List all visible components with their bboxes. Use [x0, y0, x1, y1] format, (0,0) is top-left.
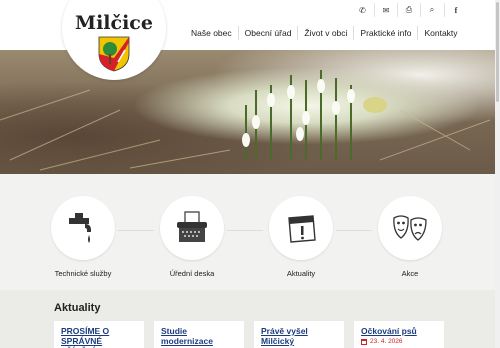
utility-icons: ✆ ✉ ⎙ ⌕ f [351, 3, 457, 17]
print-icon[interactable]: ⎙ [397, 3, 420, 17]
news-card-title[interactable]: Právě vyšel Milčický Zpravodaj ne [261, 326, 337, 348]
news-heading: Aktuality [54, 302, 101, 314]
news-card-title[interactable]: Očkování psů [361, 326, 437, 336]
nav-item-kontakty[interactable]: Kontakty [417, 26, 463, 40]
search-icon[interactable]: ⌕ [420, 3, 443, 17]
scrollbar[interactable] [495, 0, 500, 348]
water-tap-icon [69, 213, 91, 243]
tile-icon-circle [269, 196, 333, 260]
typewriter-icon [177, 211, 207, 242]
nav-item-zivot-v-obci[interactable]: Život v obci [297, 26, 353, 40]
tile-uredni-deska[interactable]: Úřední deska [137, 196, 247, 278]
news-card-title[interactable]: PROSÍME O SPRÁVNÉ TŘÍDĚNÍ [61, 326, 137, 348]
nav-item-prakticke-info[interactable]: Praktické info [353, 26, 417, 40]
news-card-date-text: 23. 4. 2026 [370, 338, 403, 345]
calendar-icon [288, 215, 316, 243]
news-card[interactable]: PROSÍME O SPRÁVNÉ TŘÍDĚNÍ [54, 321, 144, 348]
tile-icon-circle [378, 196, 442, 260]
nav-item-obecni-urad[interactable]: Obecní úřad [237, 26, 298, 40]
tile-label: Úřední deska [169, 269, 215, 278]
tile-label: Aktuality [286, 269, 316, 278]
nav-item-nase-obec[interactable]: Naše obec [185, 26, 238, 40]
hero-image [0, 50, 495, 174]
coat-of-arms-icon [98, 36, 130, 72]
calendar-small-icon [361, 338, 367, 345]
tile-icon-circle [160, 196, 224, 260]
hero-snowdrops-illustration [0, 70, 491, 171]
tile-label: Akce [401, 269, 419, 278]
quick-links: Technické služby Úřední deska Aktuality [0, 196, 495, 286]
phone-icon[interactable]: ✆ [351, 3, 374, 17]
theater-masks-icon [393, 215, 427, 241]
main-nav: Naše obec Obecní úřad Život v obci Prakt… [185, 26, 464, 40]
news-card[interactable]: Studie modernizace zastávky Tatce [154, 321, 244, 348]
scrollbar-thumb[interactable] [496, 2, 499, 102]
news-card-date: 23. 4. 2026 [361, 338, 437, 345]
tile-akce[interactable]: Akce [355, 196, 465, 278]
tile-icon-circle [51, 196, 115, 260]
tile-label: Technické služby [54, 269, 112, 278]
tile-aktuality[interactable]: Aktuality [246, 196, 356, 278]
news-card-title[interactable]: Studie modernizace zastávky Tatce [161, 326, 237, 348]
site-title: Milčice [75, 12, 153, 34]
news-card[interactable]: Očkování psů 23. 4. 2026 [354, 321, 444, 348]
mail-icon[interactable]: ✉ [374, 3, 397, 17]
facebook-icon[interactable]: f [444, 3, 467, 17]
news-card[interactable]: Právě vyšel Milčický Zpravodaj ne [254, 321, 344, 348]
tile-technicke-sluzby[interactable]: Technické služby [28, 196, 138, 278]
